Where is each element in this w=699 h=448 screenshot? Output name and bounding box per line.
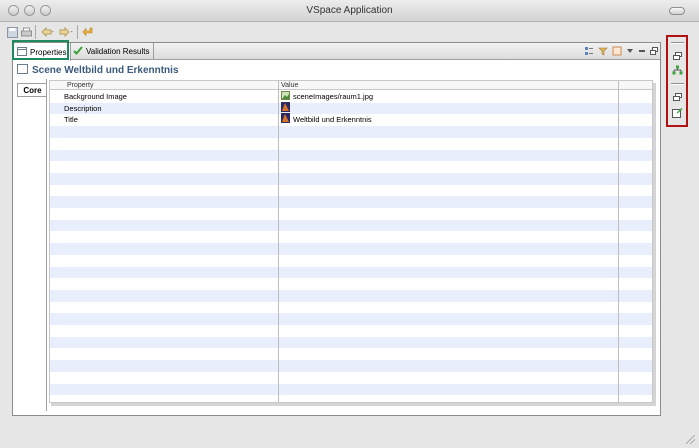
tab-label: Validation Results xyxy=(86,47,150,56)
table-row[interactable]: Background Image sceneImages/raum1.jpg xyxy=(50,90,652,103)
back-navigation-icon[interactable] xyxy=(39,25,55,39)
trim-handle[interactable] xyxy=(671,42,684,44)
restore-icon[interactable] xyxy=(671,91,683,102)
empty-table-row xyxy=(50,278,652,290)
view-menu-icon[interactable] xyxy=(626,47,634,57)
value-text: Weltbild und Erkenntnis xyxy=(293,115,372,125)
status-bar xyxy=(0,426,699,448)
print-icon[interactable] xyxy=(20,25,32,39)
empty-table-row xyxy=(50,383,652,396)
color-swatch-icon xyxy=(281,113,290,127)
table-shadow xyxy=(51,403,656,406)
main-toolbar xyxy=(0,22,699,42)
value-text: sceneImages/raum1.jpg xyxy=(293,92,374,101)
empty-table-row xyxy=(50,138,652,150)
scene-icon xyxy=(17,63,28,77)
hierarchy-icon[interactable] xyxy=(671,64,683,75)
restore-icon[interactable] xyxy=(671,50,683,61)
property-name-cell: Background Image xyxy=(64,92,127,101)
tab-validation-results[interactable]: Validation Results xyxy=(69,43,155,60)
maximize-view-icon[interactable] xyxy=(650,46,658,57)
empty-table-row xyxy=(50,219,652,232)
editor-outline-icon[interactable] xyxy=(671,107,683,118)
empty-table-row xyxy=(50,185,652,197)
column-divider xyxy=(278,81,279,402)
property-table: Property Value Background Image sceneImag… xyxy=(49,80,653,403)
tab-highlight-box xyxy=(12,40,69,60)
empty-table-row xyxy=(50,243,652,255)
title-bar: VSpace Application xyxy=(0,0,699,22)
side-tab-divider xyxy=(46,79,47,411)
page-title: Scene Weltbild und Erkenntnis xyxy=(32,64,179,76)
forward-navigation-icon[interactable] xyxy=(58,25,74,39)
empty-table-row xyxy=(50,161,652,173)
side-trim-stack xyxy=(666,35,688,127)
column-header-property[interactable]: Property xyxy=(64,81,93,90)
restore-default-icon[interactable] xyxy=(612,46,622,58)
window-title: VSpace Application xyxy=(306,5,393,16)
application-window: VSpace Application Properties Validation… xyxy=(0,0,699,448)
trim-handle[interactable] xyxy=(671,83,684,85)
empty-table-row xyxy=(50,266,652,279)
minimize-view-icon[interactable] xyxy=(638,47,646,57)
empty-table-row xyxy=(50,172,652,185)
resize-grip-icon[interactable] xyxy=(686,435,695,444)
table-header: Property Value xyxy=(50,81,652,90)
toolbar-toggle-button[interactable] xyxy=(669,7,685,15)
toolbar-separator xyxy=(77,25,78,39)
return-arrow-icon[interactable] xyxy=(81,25,95,39)
filter-advanced-icon[interactable] xyxy=(598,46,608,58)
toolbar-separator xyxy=(35,25,36,39)
empty-table-row xyxy=(50,372,652,384)
table-row[interactable]: Description xyxy=(50,101,652,115)
view-toolbar xyxy=(584,45,658,58)
property-name-cell: Description xyxy=(64,103,102,113)
table-shadow xyxy=(653,83,656,405)
empty-table-row xyxy=(50,313,652,325)
column-header-value[interactable]: Value xyxy=(278,81,298,90)
empty-table-row xyxy=(50,255,652,267)
empty-table-row xyxy=(50,336,652,349)
save-icon[interactable] xyxy=(6,25,18,39)
empty-table-row xyxy=(50,325,652,337)
property-value-cell[interactable]: sceneImages/raum1.jpg xyxy=(281,90,374,103)
empty-table-row xyxy=(50,289,652,302)
empty-table-row xyxy=(50,360,652,372)
table-row[interactable]: Title Weltbild und Erkenntnis xyxy=(50,113,652,127)
empty-table-row xyxy=(50,395,652,402)
column-divider xyxy=(618,81,619,402)
empty-table-row xyxy=(50,208,652,220)
empty-table-row xyxy=(50,196,652,208)
view-tab-bar: Properties Validation Results xyxy=(13,43,660,61)
empty-table-row xyxy=(50,231,652,243)
empty-table-row xyxy=(50,302,652,314)
empty-table-row xyxy=(50,126,652,138)
empty-table-row xyxy=(50,149,652,162)
tab-core[interactable]: Core xyxy=(17,83,47,97)
scene-header: Scene Weltbild und Erkenntnis xyxy=(17,63,179,77)
checkmark-icon xyxy=(73,46,83,57)
categories-icon[interactable] xyxy=(584,46,594,58)
properties-view: Properties Validation Results Scene Welt… xyxy=(12,42,661,416)
empty-table-row xyxy=(50,348,652,360)
property-value-cell[interactable]: Weltbild und Erkenntnis xyxy=(281,113,372,127)
property-name-cell: Title xyxy=(64,115,78,125)
